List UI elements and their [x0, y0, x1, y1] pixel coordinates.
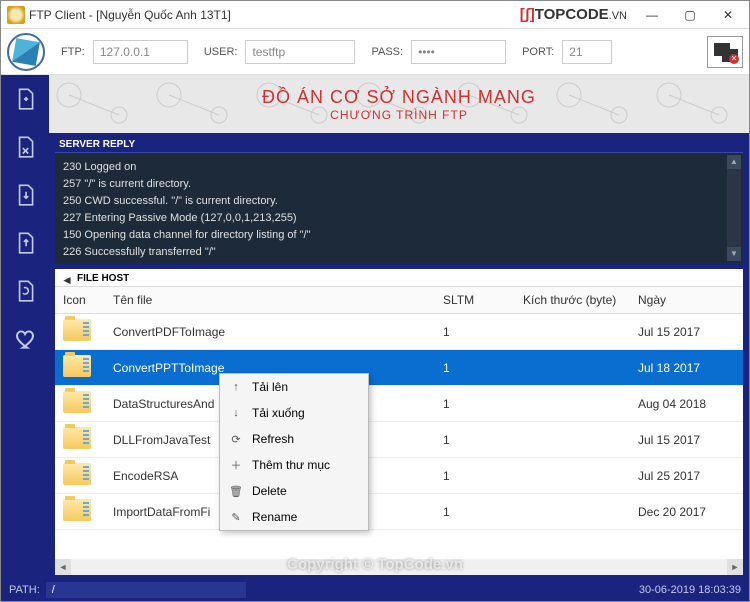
menu-item-thêm-thư-mục[interactable]: ＋ Thêm thư mục	[220, 452, 368, 478]
pass-label: PASS:	[371, 46, 403, 58]
app-icon	[7, 6, 25, 24]
menu-icon: ＋	[228, 457, 244, 473]
col-size[interactable]: Kích thước (byte)	[515, 287, 630, 314]
file-date: Jul 15 2017	[630, 422, 743, 458]
file-table[interactable]: Icon Tên file SLTM Kích thước (byte) Ngà…	[55, 287, 743, 575]
server-reply-section: SERVER REPLY 230 Logged on 257 "/" is cu…	[55, 137, 743, 263]
folder-icon	[63, 319, 91, 341]
heart-icon[interactable]	[11, 325, 39, 353]
terminal-scrollbar[interactable]: ▲▼	[727, 155, 741, 261]
file-date: Jul 18 2017	[630, 350, 743, 386]
col-sltm[interactable]: SLTM	[435, 287, 515, 314]
file-date: Jul 15 2017	[630, 314, 743, 350]
file-size	[515, 494, 630, 530]
disconnect-button[interactable]: ✕	[707, 36, 743, 68]
banner-title: ĐỒ ÁN CƠ SỞ NGÀNH MẠNG	[262, 87, 536, 108]
menu-item-delete[interactable]: 🗑 Delete	[220, 478, 368, 504]
file-sltm: 1	[435, 422, 515, 458]
file-date: Aug 04 2018	[630, 386, 743, 422]
menu-label: Tải lên	[252, 380, 288, 394]
table-row[interactable]: ConvertPDFToImage 1 Jul 15 2017	[55, 314, 743, 350]
file-size	[515, 386, 630, 422]
file-sltm: 1	[435, 350, 515, 386]
table-row[interactable]: DataStructuresAnd 1 Aug 04 2018	[55, 386, 743, 422]
file-remove-icon[interactable]	[11, 133, 39, 161]
window-title: FTP Client - [Nguyễn Quốc Anh 13T1]	[29, 8, 231, 22]
menu-label: Refresh	[252, 432, 294, 446]
ftp-label: FTP:	[61, 46, 85, 58]
file-refresh-icon[interactable]	[11, 277, 39, 305]
table-row[interactable]: ImportDataFromFi 1 Dec 20 2017	[55, 494, 743, 530]
menu-item-tải-xuống[interactable]: ↓ Tải xuống	[220, 400, 368, 426]
menu-label: Tải xuống	[252, 406, 305, 420]
file-size	[515, 350, 630, 386]
titlebar: FTP Client - [Nguyễn Quốc Anh 13T1] [ʃ]T…	[1, 1, 749, 29]
file-date: Dec 20 2017	[630, 494, 743, 530]
maximize-button[interactable]: ▢	[671, 3, 709, 27]
file-date: Jul 25 2017	[630, 458, 743, 494]
close-button[interactable]: ✕	[709, 3, 747, 27]
folder-icon	[63, 463, 91, 485]
topcode-logo: [ʃ]TOPCODE.VN	[520, 6, 627, 23]
path-input[interactable]	[46, 582, 246, 598]
file-size	[515, 458, 630, 494]
file-size	[515, 314, 630, 350]
file-host-section: ◄ FILE HOST Icon Tên file SLTM Kích thướ…	[55, 269, 743, 575]
minimize-button[interactable]: —	[633, 3, 671, 27]
menu-icon: ⟳	[228, 431, 244, 447]
file-sltm: 1	[435, 494, 515, 530]
menu-item-tải-lên[interactable]: ↑ Tải lên	[220, 374, 368, 400]
menu-icon: ✎	[228, 509, 244, 525]
port-input[interactable]	[562, 40, 612, 64]
file-h-scrollbar[interactable]: ◄►	[55, 559, 743, 575]
pass-input[interactable]	[411, 40, 506, 64]
it-faculty-logo	[7, 33, 45, 71]
folder-icon	[63, 391, 91, 413]
col-date[interactable]: Ngày	[630, 287, 743, 314]
menu-icon: ↑	[228, 379, 244, 395]
menu-item-rename[interactable]: ✎ Rename	[220, 504, 368, 530]
user-input[interactable]	[245, 40, 355, 64]
file-sltm: 1	[435, 458, 515, 494]
folder-icon	[63, 499, 91, 521]
file-name: ConvertPDFToImage	[105, 314, 435, 350]
table-row[interactable]: ConvertPPTToImage 1 Jul 18 2017	[55, 350, 743, 386]
banner: ĐỒ ÁN CƠ SỞ NGÀNH MẠNG CHƯƠNG TRÌNH FTP	[49, 75, 749, 133]
user-label: USER:	[204, 46, 238, 58]
banner-subtitle: CHƯƠNG TRÌNH FTP	[330, 108, 468, 122]
menu-icon: ↓	[228, 405, 244, 421]
context-menu: ↑ Tải lên ↓ Tải xuống ⟳ Refresh ＋ Thêm thư mục 🗑…	[219, 373, 369, 531]
left-toolbar	[1, 75, 49, 579]
menu-label: Delete	[252, 484, 287, 498]
port-label: PORT:	[522, 46, 554, 58]
menu-label: Thêm thư mục	[252, 458, 330, 472]
file-host-label: FILE HOST	[55, 269, 743, 287]
status-bar: PATH: 30-06-2019 18:03:39	[1, 579, 749, 601]
ftp-input[interactable]	[93, 40, 188, 64]
table-row[interactable]: EncodeRSA 1 Jul 25 2017	[55, 458, 743, 494]
folder-icon	[63, 427, 91, 449]
table-row[interactable]: DLLFromJavaTest 1 Jul 15 2017	[55, 422, 743, 458]
status-datetime: 30-06-2019 18:03:39	[639, 584, 741, 596]
server-reply-terminal[interactable]: 230 Logged on 257 "/" is current directo…	[55, 153, 743, 263]
file-download-icon[interactable]	[11, 181, 39, 209]
back-arrow-icon[interactable]: ◄	[61, 273, 73, 287]
connection-bar: FTP: USER: PASS: PORT: ✕	[1, 29, 749, 75]
path-label: PATH:	[9, 584, 40, 596]
file-sltm: 1	[435, 314, 515, 350]
file-add-icon[interactable]	[11, 85, 39, 113]
file-size	[515, 422, 630, 458]
folder-icon	[63, 355, 91, 377]
menu-item-refresh[interactable]: ⟳ Refresh	[220, 426, 368, 452]
menu-label: Rename	[252, 510, 297, 524]
col-name[interactable]: Tên file	[105, 287, 435, 314]
menu-icon: 🗑	[228, 483, 244, 499]
server-reply-label: SERVER REPLY	[55, 137, 743, 153]
file-upload-icon[interactable]	[11, 229, 39, 257]
file-sltm: 1	[435, 386, 515, 422]
col-icon[interactable]: Icon	[55, 287, 105, 314]
